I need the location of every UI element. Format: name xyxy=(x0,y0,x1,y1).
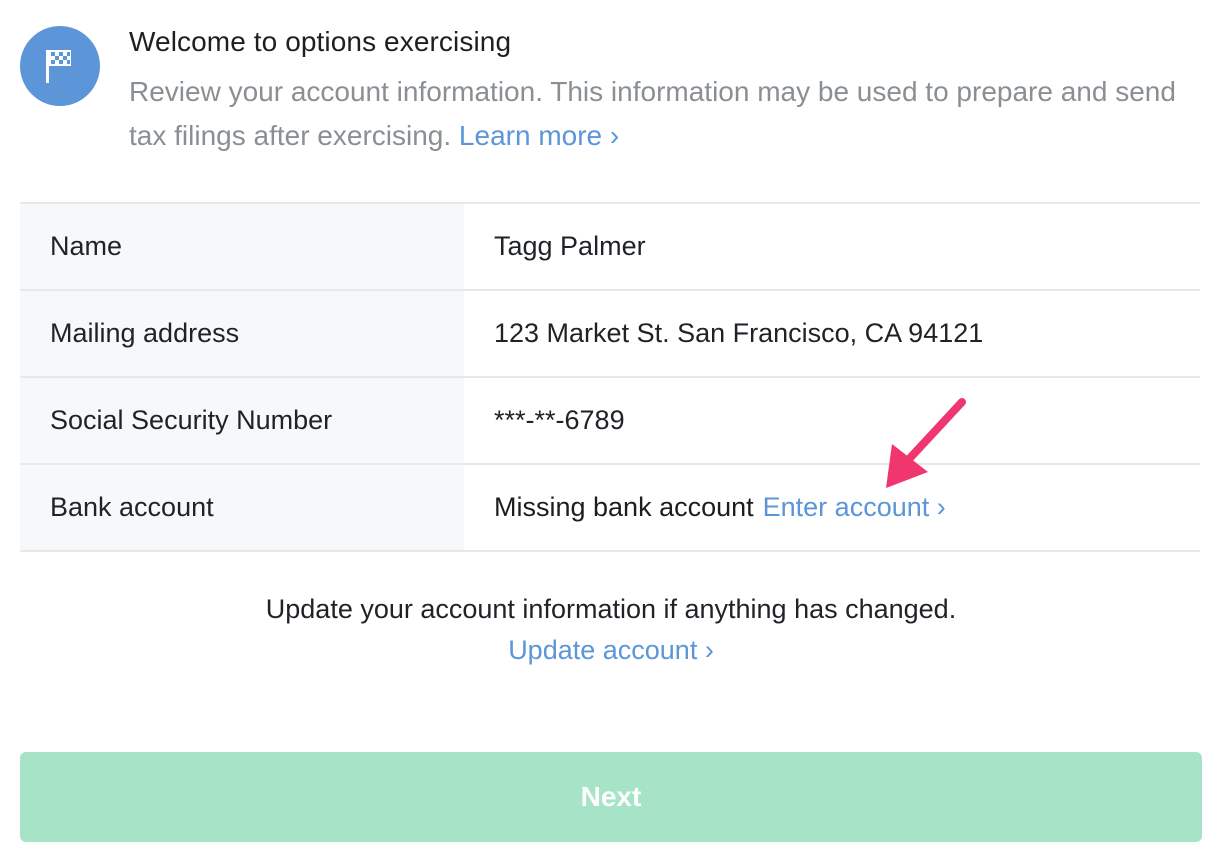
annotation-arrow-icon xyxy=(886,398,966,488)
description-text: Review your account information. This in… xyxy=(129,76,1176,151)
update-section: Update your account information if anyth… xyxy=(0,594,1222,666)
row-value: ***-**-6789 xyxy=(494,405,625,435)
welcome-header: Welcome to options exercising Review you… xyxy=(20,24,1200,164)
row-label: Name xyxy=(20,204,464,289)
missing-bank-account-text: Missing bank account xyxy=(494,492,754,522)
update-message: Update your account information if anyth… xyxy=(265,594,957,624)
table-row-ssn: Social Security Number ***-**-6789 xyxy=(20,378,1200,465)
update-account-link[interactable]: Update account › xyxy=(508,635,714,666)
enter-account-link[interactable]: Enter account › xyxy=(763,492,946,523)
row-label: Bank account xyxy=(20,465,464,550)
row-value: Tagg Palmer xyxy=(494,231,646,261)
table-row-mailing-address: Mailing address 123 Market St. San Franc… xyxy=(20,291,1200,378)
flag-icon xyxy=(20,26,100,106)
row-value: 123 Market St. San Francisco, CA 94121 xyxy=(494,318,984,348)
row-label: Social Security Number xyxy=(20,378,464,463)
learn-more-link[interactable]: Learn more › xyxy=(459,120,619,151)
row-label: Mailing address xyxy=(20,291,464,376)
table-row-name: Name Tagg Palmer xyxy=(20,204,1200,291)
row-value: Missing bank account Enter account › xyxy=(464,465,1200,550)
page-title: Welcome to options exercising xyxy=(129,26,512,57)
next-button[interactable]: Next xyxy=(20,752,1202,842)
table-row-bank-account: Bank account Missing bank account Enter … xyxy=(20,465,1200,552)
page-description: Review your account information. This in… xyxy=(129,70,1189,158)
account-info-table: Name Tagg Palmer Mailing address 123 Mar… xyxy=(20,202,1200,552)
